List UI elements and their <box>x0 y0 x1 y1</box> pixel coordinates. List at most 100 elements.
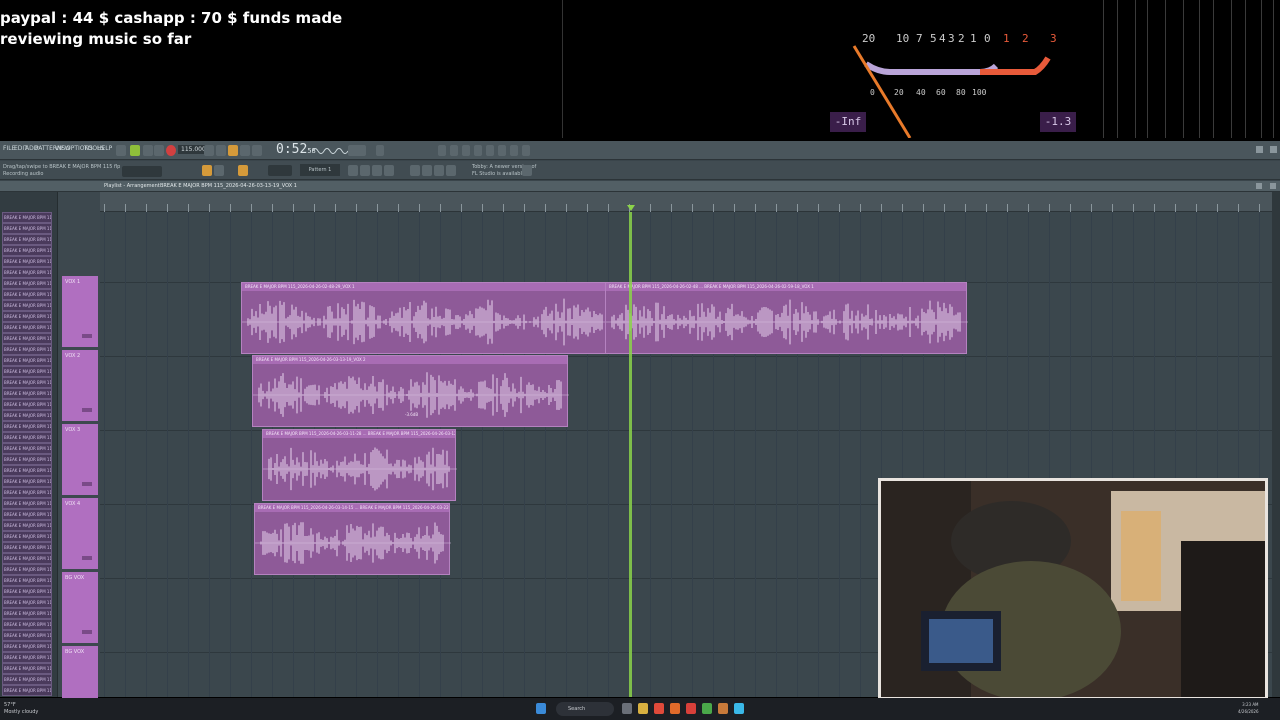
playhead-marker[interactable] <box>627 205 635 211</box>
blend-button[interactable] <box>252 145 262 156</box>
app-icon-1[interactable] <box>654 703 664 714</box>
fl-studio-icon[interactable] <box>718 703 728 714</box>
track-header-1[interactable]: VOX 1 <box>62 276 98 348</box>
file-explorer-icon[interactable] <box>638 703 648 714</box>
help-button[interactable] <box>510 145 518 156</box>
track-header-2[interactable]: VOX 2 <box>62 350 98 422</box>
playhead[interactable] <box>629 212 632 697</box>
browser-item[interactable]: BREAK E MAJOR BPM 115 <box>2 597 52 608</box>
track-header-4[interactable]: VOX 4 <box>62 498 98 570</box>
track-header-3[interactable]: VOX 3 <box>62 424 98 496</box>
tool-zoom[interactable] <box>360 165 370 176</box>
playlist-button[interactable] <box>462 145 470 156</box>
browser-item[interactable]: BREAK E MAJOR BPM 115 <box>2 256 52 267</box>
browser-item[interactable]: BREAK E MAJOR BPM 115 <box>2 377 52 388</box>
browser-item[interactable]: BREAK E MAJOR BPM 115 <box>2 432 52 443</box>
browser-item[interactable]: BREAK E MAJOR BPM 115 <box>2 465 52 476</box>
browser-item[interactable]: BREAK E MAJOR BPM 115 <box>2 278 52 289</box>
tool-mic[interactable] <box>434 165 444 176</box>
browser-item[interactable]: BREAK E MAJOR BPM 115 <box>2 685 52 696</box>
track-header-5[interactable]: BG VOX <box>62 572 98 644</box>
browser-item[interactable]: BREAK E MAJOR BPM 115 <box>2 520 52 531</box>
snap-selector[interactable] <box>268 165 292 176</box>
pattern-song-toggle[interactable] <box>116 145 126 156</box>
browser-item[interactable]: BREAK E MAJOR BPM 115 <box>2 443 52 454</box>
browser-item[interactable]: BREAK E MAJOR BPM 115 <box>2 619 52 630</box>
taskbar-search[interactable]: Search <box>556 702 614 716</box>
browser-item[interactable]: BREAK E MAJOR BPM 115 <box>2 300 52 311</box>
app-icon-2[interactable] <box>670 703 680 714</box>
tool-paint[interactable] <box>214 165 224 176</box>
audio-clip-vox4[interactable]: BREAK E MAJOR BPM 115_2026-04-26-03-14-1… <box>254 503 451 575</box>
tool-plugin[interactable] <box>422 165 432 176</box>
browser-item[interactable]: BREAK E MAJOR BPM 115 <box>2 498 52 509</box>
browser-item[interactable]: BREAK E MAJOR BPM 115 <box>2 234 52 245</box>
pattern-selector[interactable]: Pattern 1 <box>300 164 340 176</box>
audio-clip-vox3[interactable]: BREAK E MAJOR BPM 115_2026-04-26-03-11-2… <box>262 429 457 501</box>
browser-item[interactable]: BREAK E MAJOR BPM 115 <box>2 586 52 597</box>
mixer-button[interactable] <box>450 145 458 156</box>
browser-item[interactable]: BREAK E MAJOR BPM 115 <box>2 289 52 300</box>
play-button[interactable] <box>130 145 140 156</box>
task-view-icon[interactable] <box>622 703 632 714</box>
tool-mute[interactable] <box>372 165 382 176</box>
piano-roll-button[interactable] <box>474 145 482 156</box>
chrome-icon[interactable] <box>702 703 712 714</box>
browser-item[interactable]: BREAK E MAJOR BPM 115 <box>2 333 52 344</box>
tool-slip[interactable] <box>384 165 394 176</box>
plugin-picker-button[interactable] <box>498 145 506 156</box>
record-mode-button[interactable] <box>154 145 164 156</box>
tool-draw[interactable] <box>202 165 212 176</box>
browser-item[interactable]: BREAK E MAJOR BPM 115 <box>2 311 52 322</box>
browser-item[interactable]: BREAK E MAJOR BPM 115 <box>2 212 52 223</box>
tool-select[interactable] <box>348 165 358 176</box>
browser-item[interactable]: BREAK E MAJOR BPM 115 <box>2 476 52 487</box>
browser-item[interactable]: BREAK E MAJOR BPM 115 <box>2 399 52 410</box>
menu-help[interactable]: HELP <box>97 145 112 152</box>
playlist-minimize-button[interactable] <box>1256 183 1262 189</box>
vertical-scrollbar[interactable] <box>1272 192 1280 697</box>
audio-clip-vox1-a[interactable]: BREAK E MAJOR BPM 115_2026-04-26-02-48-2… <box>241 282 610 354</box>
audio-clip-vox2[interactable]: BREAK E MAJOR BPM 115_2026-04-26-03-13-1… <box>252 355 569 427</box>
browser-item[interactable]: BREAK E MAJOR BPM 115 <box>2 344 52 355</box>
metronome-button[interactable] <box>204 145 214 156</box>
countdown-button[interactable] <box>228 145 238 156</box>
tool-slice[interactable] <box>238 165 248 176</box>
browser-item[interactable]: BREAK E MAJOR BPM 115 <box>2 564 52 575</box>
browser-item[interactable]: BREAK E MAJOR BPM 115 <box>2 542 52 553</box>
browser-item[interactable]: BREAK E MAJOR BPM 115 <box>2 509 52 520</box>
browser-item[interactable]: BREAK E MAJOR BPM 115 <box>2 630 52 641</box>
playlist-close-button[interactable] <box>1270 183 1276 189</box>
audio-clip-vox1-b[interactable]: BREAK E MAJOR BPM 115_2026-04-26-02-48 .… <box>605 282 968 354</box>
browser-button[interactable] <box>486 145 494 156</box>
loop-record-button[interactable] <box>240 145 250 156</box>
browser-item[interactable]: BREAK E MAJOR BPM 115 <box>2 421 52 432</box>
browser-item[interactable]: BREAK E MAJOR BPM 115 <box>2 674 52 685</box>
browser-item[interactable]: BREAK E MAJOR BPM 115 <box>2 663 52 674</box>
master-volume-slider[interactable] <box>122 166 162 177</box>
browser-item[interactable]: BREAK E MAJOR BPM 115 <box>2 322 52 333</box>
browser-item[interactable]: BREAK E MAJOR BPM 115 <box>2 245 52 256</box>
timeline-ruler[interactable] <box>100 192 1272 212</box>
weather-widget[interactable]: 57°F Mostly cloudy <box>4 702 38 716</box>
app-icon-4[interactable] <box>734 703 744 714</box>
windows-start-icon[interactable] <box>536 703 546 714</box>
browser-item[interactable]: BREAK E MAJOR BPM 115 <box>2 355 52 366</box>
browser-item[interactable]: BREAK E MAJOR BPM 115 <box>2 388 52 399</box>
browser-item[interactable]: BREAK E MAJOR BPM 115 <box>2 366 52 377</box>
browser-item[interactable]: BREAK E MAJOR BPM 115 <box>2 608 52 619</box>
browser-item[interactable]: BREAK E MAJOR BPM 115 <box>2 223 52 234</box>
app-icon-3[interactable] <box>686 703 696 714</box>
browser-item[interactable]: BREAK E MAJOR BPM 115 <box>2 487 52 498</box>
close-button[interactable] <box>1270 146 1277 153</box>
cloud-button[interactable] <box>522 145 530 156</box>
tool-record[interactable] <box>410 165 420 176</box>
stop-button[interactable] <box>143 145 153 156</box>
channel-rack-button[interactable] <box>438 145 446 156</box>
browser-item[interactable]: BREAK E MAJOR BPM 115 <box>2 553 52 564</box>
tool-export[interactable] <box>446 165 456 176</box>
minimize-button[interactable] <box>1256 146 1263 153</box>
update-icon[interactable] <box>522 165 532 176</box>
browser-item[interactable]: BREAK E MAJOR BPM 115 <box>2 641 52 652</box>
browser-item[interactable]: BREAK E MAJOR BPM 115 <box>2 531 52 542</box>
